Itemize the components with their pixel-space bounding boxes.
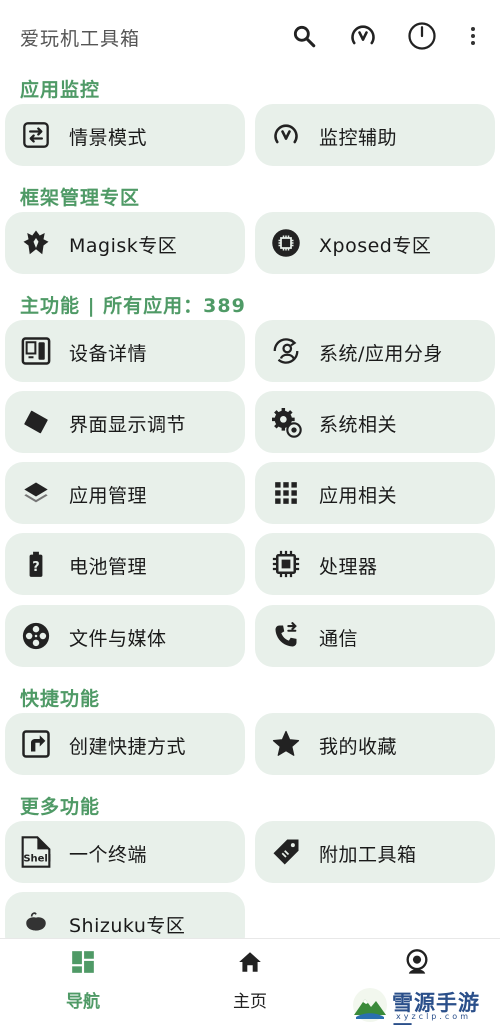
tag-icon: [269, 835, 303, 869]
gears-icon: [269, 405, 303, 439]
home-icon: [235, 947, 265, 977]
nav-item-navigation[interactable]: 导航: [0, 939, 166, 1025]
card-label: 我的收藏: [319, 736, 398, 758]
card-label: 情景模式: [69, 127, 148, 149]
app-bar: 爱玩机工具箱: [0, 0, 500, 70]
mountain-logo-icon: [353, 988, 387, 1022]
user-sync-icon: [269, 334, 303, 368]
card-label: Xposed专区: [319, 235, 432, 257]
card-label: 附加工具箱: [319, 844, 417, 866]
film-reel-icon: [19, 619, 53, 653]
card-display-adjust[interactable]: 界面显示调节: [5, 391, 245, 453]
card-device-info[interactable]: 设备详情: [5, 320, 245, 382]
card-scene-mode[interactable]: 情景模式: [5, 104, 245, 166]
dashboard-icon: [68, 947, 98, 977]
card-create-shortcut[interactable]: 创建快捷方式: [5, 713, 245, 775]
card-app-clone[interactable]: 系统/应用分身: [255, 320, 495, 382]
grid-icon: [269, 476, 303, 510]
card-magisk[interactable]: Magisk专区: [5, 212, 245, 274]
search-button[interactable]: [286, 18, 322, 54]
cpu-icon: [269, 547, 303, 581]
svg-text:Shell: Shell: [23, 853, 51, 864]
card-label: 应用管理: [69, 485, 148, 507]
phone-forward-icon: [269, 619, 303, 653]
shortcut-icon: [19, 727, 53, 761]
chip-circle-icon: [269, 226, 303, 260]
card-label: 一个终端: [69, 844, 148, 866]
device-icon: [19, 334, 53, 368]
watermark: 雪源手游网 xyzclp.com: [352, 985, 500, 1025]
card-label: 文件与媒体: [69, 628, 167, 650]
card-label: 应用相关: [319, 485, 398, 507]
card-label: Shizuku专区: [69, 915, 186, 937]
diamond-icon: [19, 405, 53, 439]
card-label: 系统相关: [319, 414, 398, 436]
card-label: 处理器: [319, 556, 378, 578]
section-title-monitor: 应用监控: [20, 79, 101, 101]
section-title-framework: 框架管理专区: [20, 187, 141, 209]
watermark-subtext: xyzclp.com: [396, 1012, 471, 1021]
card-files-media[interactable]: 文件与媒体: [5, 605, 245, 667]
card-xposed[interactable]: Xposed专区: [255, 212, 495, 274]
battery-unknown-icon: ?: [19, 547, 53, 581]
card-app-manage[interactable]: 应用管理: [5, 462, 245, 524]
card-extra-tools[interactable]: 附加工具箱: [255, 821, 495, 883]
card-processor[interactable]: 处理器: [255, 533, 495, 595]
section-title-shortcuts: 快捷功能: [20, 688, 101, 710]
card-favorites[interactable]: 我的收藏: [255, 713, 495, 775]
star-icon: [269, 727, 303, 761]
section-title-main: 主功能 | 所有应用：389: [20, 295, 246, 317]
card-label: 通信: [319, 628, 359, 650]
card-communication[interactable]: 通信: [255, 605, 495, 667]
more-button[interactable]: [455, 18, 491, 54]
card-label: 电池管理: [69, 556, 148, 578]
card-label: 监控辅助: [319, 127, 398, 149]
card-label: 系统/应用分身: [319, 343, 443, 365]
power-button[interactable]: [404, 18, 440, 54]
app-title: 爱玩机工具箱: [20, 28, 141, 50]
card-label: 设备详情: [69, 343, 148, 365]
svg-text:?: ?: [32, 560, 39, 575]
layers-icon: [19, 476, 53, 510]
card-label: 创建快捷方式: [69, 736, 187, 758]
shell-icon: Shell: [19, 835, 53, 869]
gauge-icon: [269, 118, 303, 152]
nav-item-home[interactable]: 主页: [167, 939, 333, 1025]
shizuku-icon: [19, 906, 53, 940]
nav-label: 主页: [233, 992, 267, 1012]
monitor-button[interactable]: [345, 18, 381, 54]
card-label: Magisk专区: [69, 235, 178, 257]
section-title-more: 更多功能: [20, 796, 101, 818]
nav-label: 导航: [66, 992, 100, 1012]
card-monitor-assist[interactable]: 监控辅助: [255, 104, 495, 166]
card-label: 界面显示调节: [69, 414, 187, 436]
card-app-related[interactable]: 应用相关: [255, 462, 495, 524]
card-terminal[interactable]: Shell 一个终端: [5, 821, 245, 883]
power-icon: [408, 22, 436, 50]
more-vert-icon: [471, 27, 475, 45]
card-system-related[interactable]: 系统相关: [255, 391, 495, 453]
magisk-icon: [19, 226, 53, 260]
swap-icon: [19, 118, 53, 152]
profile-icon: [402, 947, 432, 977]
search-icon: [293, 25, 316, 48]
gauge-icon: [351, 25, 375, 45]
card-battery[interactable]: ? 电池管理: [5, 533, 245, 595]
